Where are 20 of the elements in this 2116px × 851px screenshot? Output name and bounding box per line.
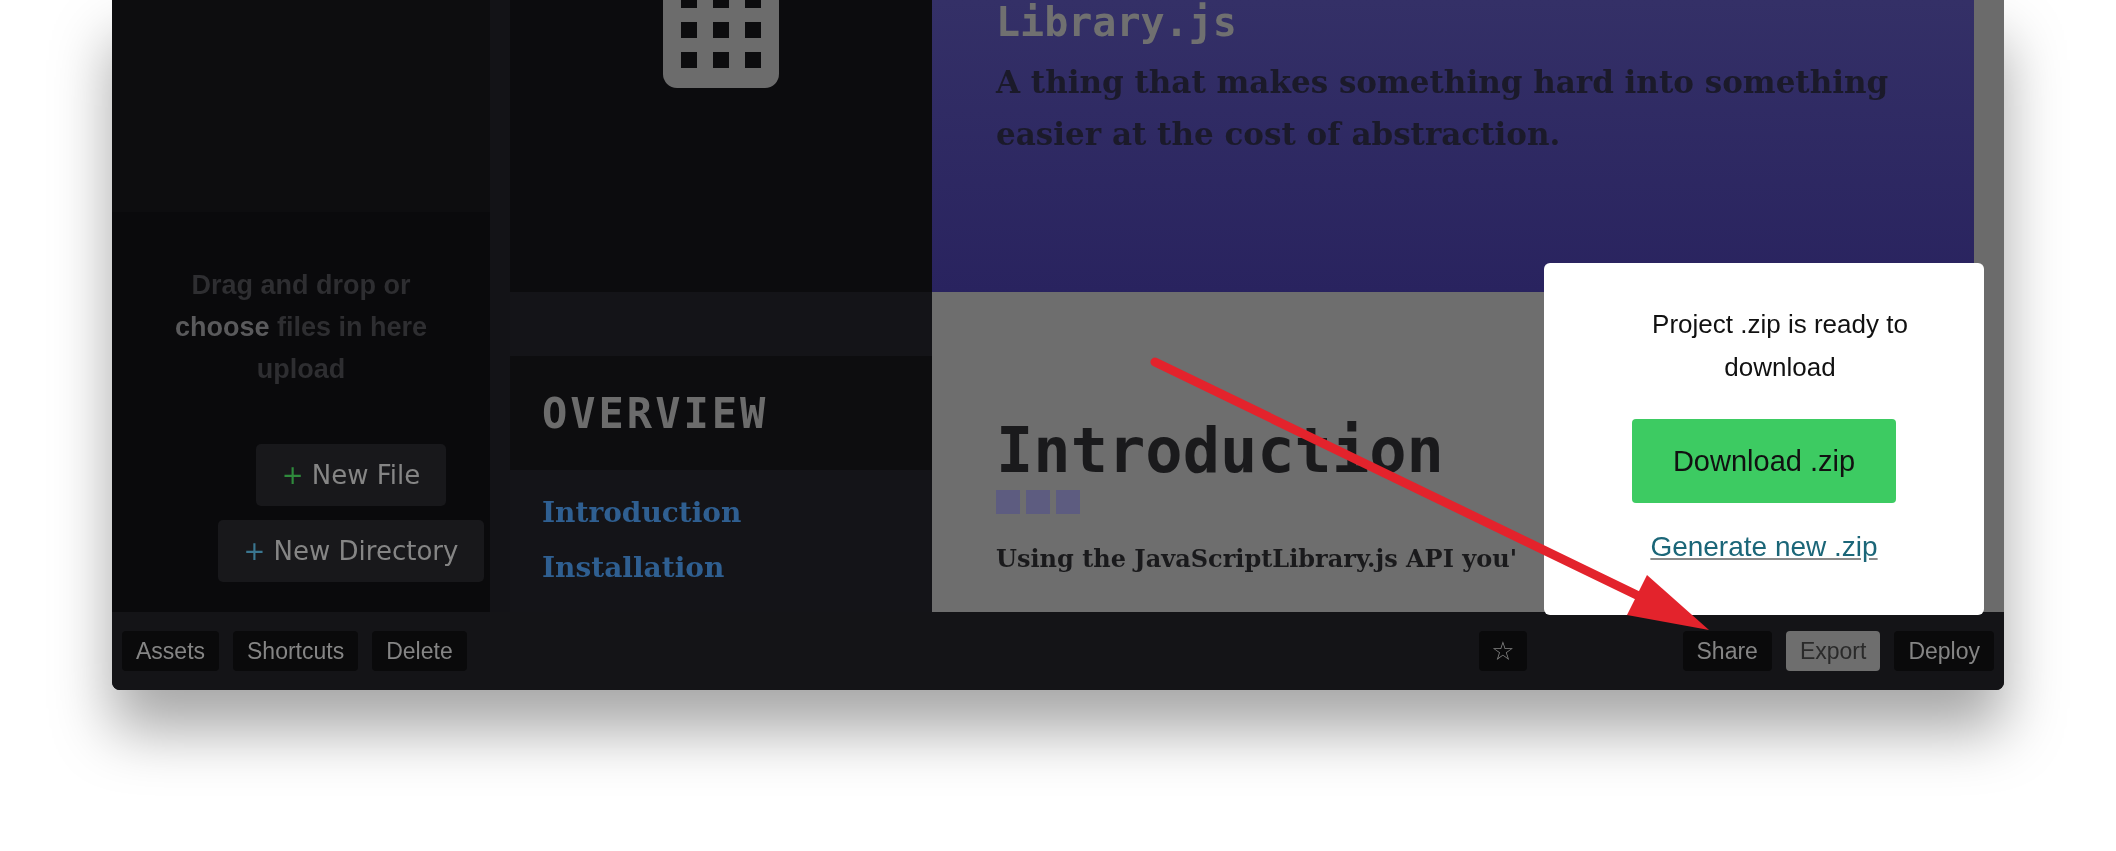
toolbar-button[interactable]: Export xyxy=(1785,631,1881,671)
generate-link[interactable]: Generate new .zip xyxy=(1650,531,1878,563)
toolbar-button[interactable]: Share xyxy=(1682,631,1772,671)
nav-link[interactable]: Introduction xyxy=(542,496,742,529)
plus-icon: + xyxy=(281,460,304,490)
toolbar-button[interactable]: Assets xyxy=(122,631,220,671)
new-item-button[interactable]: + New Directory xyxy=(217,520,485,582)
nav-link[interactable]: Installation xyxy=(542,551,725,584)
body-text: Using the JavaScriptLibrary.js API you' xyxy=(996,544,1517,573)
toolbar-button[interactable]: Shortcuts xyxy=(233,631,359,671)
star-button[interactable]: ☆ xyxy=(1479,631,1527,671)
download-button[interactable]: Download .zip xyxy=(1632,419,1896,503)
page-title: Library.js xyxy=(996,0,1238,44)
status-message: Project .zip is ready to download xyxy=(1651,308,1909,384)
new-item-button[interactable]: + New File xyxy=(255,444,447,506)
section-heading: OVERVIEW xyxy=(542,388,769,438)
tagline: A thing that makes something hard into something easier at the cost of abstraction. xyxy=(996,63,1890,154)
toolbar-button[interactable]: Delete xyxy=(372,631,467,671)
toolbar-button[interactable]: Deploy xyxy=(1894,631,1994,671)
plus-icon: + xyxy=(243,536,266,566)
